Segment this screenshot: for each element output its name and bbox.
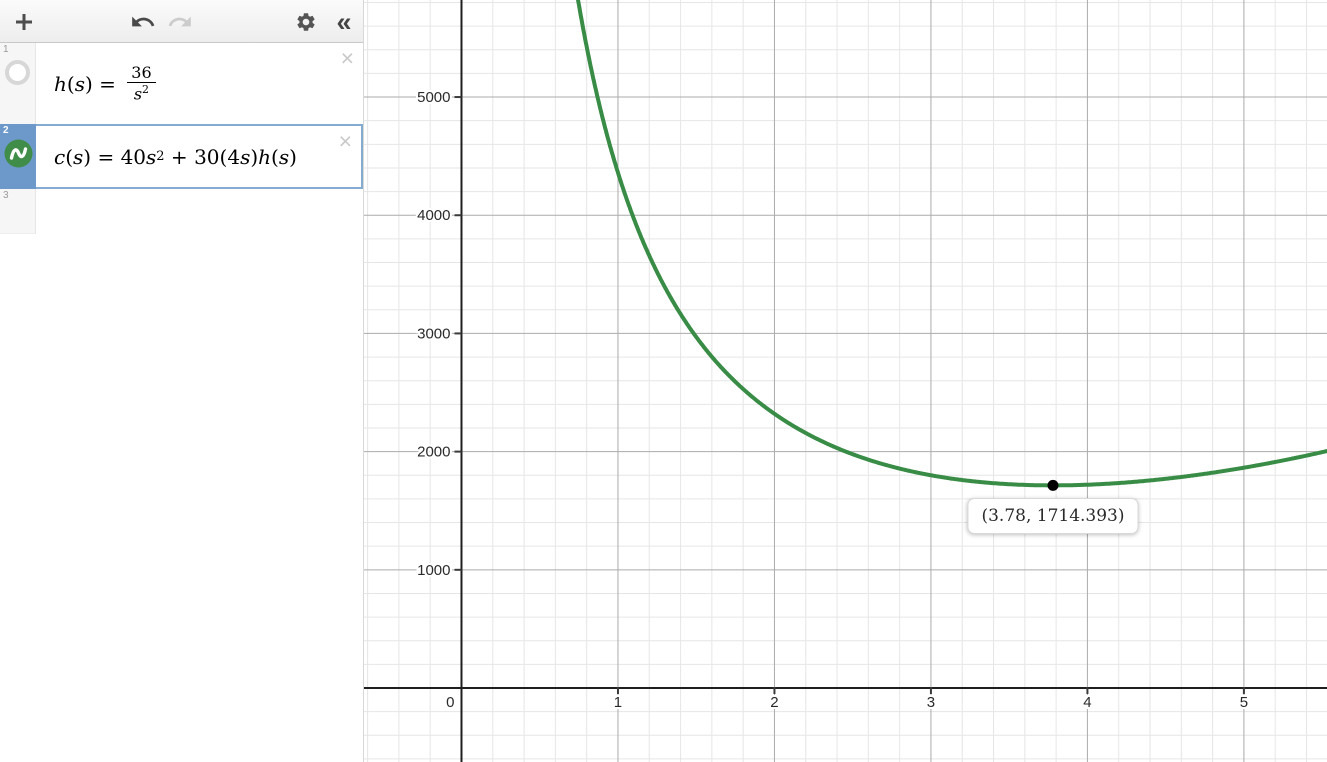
gear-icon bbox=[295, 11, 317, 33]
expression-input-2[interactable]: c(s) = 40 s 2 + 30(4 s) h(s) × bbox=[36, 124, 363, 189]
x-tick-label: 0 bbox=[446, 694, 454, 711]
x-tick-label: 1 bbox=[614, 694, 622, 711]
expression-toolbar: « bbox=[0, 0, 363, 43]
expression-gutter-1: 1 bbox=[0, 43, 36, 124]
y-tick-label: 2000 bbox=[417, 444, 450, 461]
expression-math-2: c(s) = 40 s 2 + 30(4 s) h(s) bbox=[54, 144, 297, 169]
expression-list-panel: « 1 h(s) = 36 s2 × 2 c (s) = 40 s 2 + … bbox=[0, 0, 364, 762]
plus-icon bbox=[12, 10, 36, 34]
chevron-double-left-icon: « bbox=[336, 7, 352, 37]
collapse-panel-button[interactable]: « bbox=[330, 7, 358, 37]
expression-input-1[interactable]: h(s) = 36 s2 × bbox=[36, 43, 363, 124]
expression-math-1: h(s) = 36 s2 bbox=[36, 43, 363, 124]
redo-icon bbox=[167, 9, 193, 35]
expression-row-2: 2 c(s) = 40 s 2 + 30(4 s) h(s) × bbox=[0, 124, 363, 189]
add-expression-button[interactable] bbox=[10, 9, 38, 35]
x-tick-label: 4 bbox=[1083, 694, 1091, 711]
expression-index: 2 bbox=[3, 125, 9, 136]
close-icon[interactable]: × bbox=[341, 47, 354, 70]
expression-gutter-2: 2 bbox=[0, 124, 36, 189]
x-tick-label: 5 bbox=[1240, 694, 1248, 711]
function-curve bbox=[576, 0, 1327, 488]
app-window: « 1 h(s) = 36 s2 × 2 c (s) = 40 s 2 + … bbox=[0, 0, 1327, 762]
expression-index: 3 bbox=[3, 190, 9, 201]
curve-point[interactable] bbox=[1047, 479, 1059, 491]
expression-row-1: 1 h(s) = 36 s2 × bbox=[0, 43, 363, 124]
graph-canvas[interactable]: 0 1 2 3 4 5 1000 2000 3000 4000 5000 bbox=[364, 0, 1327, 762]
expression-row-3: 3 bbox=[0, 189, 363, 234]
hidden-expression-icon[interactable] bbox=[5, 60, 30, 85]
graph-paper[interactable]: 0 1 2 3 4 5 1000 2000 3000 4000 5000 (3.78, 1714.3… bbox=[364, 0, 1327, 762]
y-tick-label: 1000 bbox=[417, 562, 450, 579]
expression-gutter-3: 3 bbox=[0, 189, 36, 234]
expression-input-3[interactable] bbox=[36, 189, 363, 234]
visible-expression-icon[interactable] bbox=[4, 139, 33, 168]
y-tick-label: 5000 bbox=[417, 89, 450, 106]
expression-index: 1 bbox=[3, 44, 9, 55]
y-tick-label: 4000 bbox=[417, 207, 450, 224]
x-tick-label: 3 bbox=[927, 694, 935, 711]
close-icon[interactable]: × bbox=[339, 130, 352, 153]
undo-button[interactable] bbox=[129, 9, 157, 35]
undo-icon bbox=[130, 9, 156, 35]
point-label: (3.78, 1714.393) bbox=[967, 498, 1139, 535]
y-tick-label: 3000 bbox=[417, 325, 450, 342]
x-tick-label: 2 bbox=[770, 694, 778, 711]
graph-settings-button[interactable] bbox=[292, 9, 320, 35]
redo-button[interactable] bbox=[166, 9, 194, 35]
